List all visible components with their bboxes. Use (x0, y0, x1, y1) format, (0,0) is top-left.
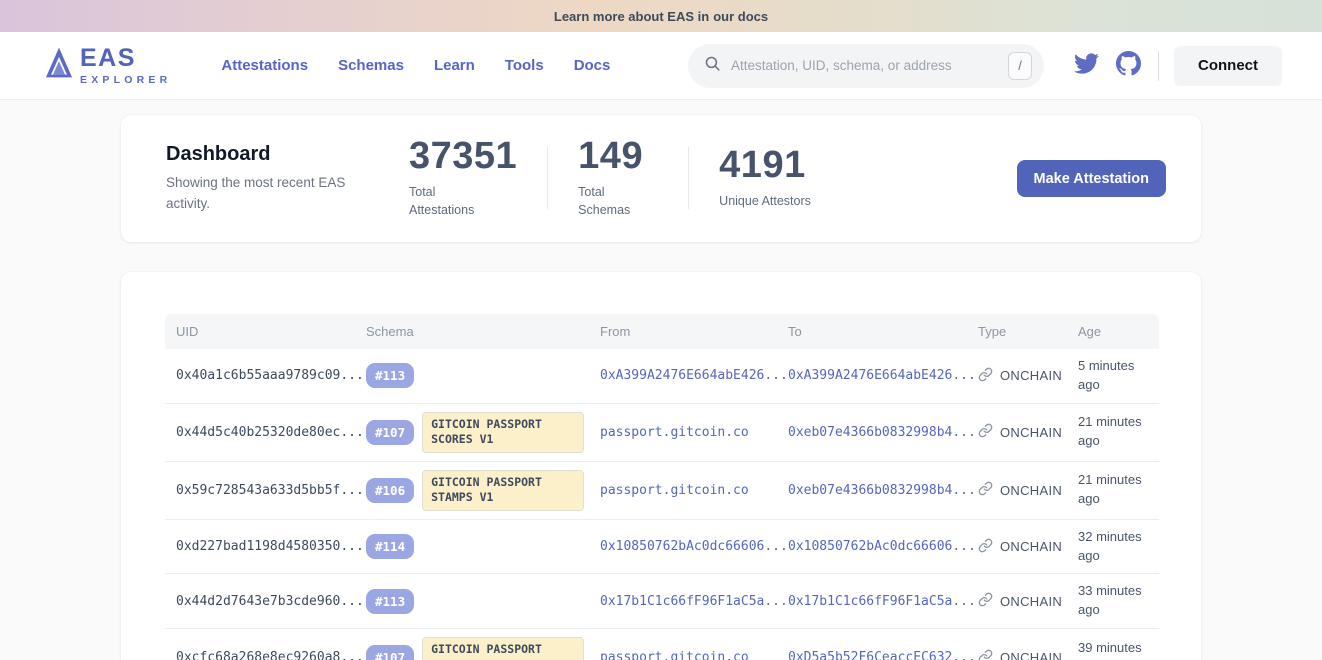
from-address-link[interactable]: passport.gitcoin.co (589, 483, 777, 498)
age-text: 32 minutes ago (1067, 528, 1159, 566)
stat-label: Unique Attestors (719, 192, 829, 210)
attestations-table: UID Schema From To Type Age 0x40a1c6b55a… (165, 314, 1159, 660)
column-header-schema: Schema (355, 324, 589, 339)
stat-label: Total Schemas (578, 183, 658, 219)
uid-link[interactable]: 0x40a1c6b55aaa9789c09... (165, 368, 355, 383)
column-header-from: From (589, 324, 777, 339)
schema-id-badge[interactable]: #113 (366, 589, 414, 614)
column-header-type: Type (967, 324, 1067, 339)
make-attestation-button[interactable]: Make Attestation (1017, 160, 1166, 197)
dashboard-card: Dashboard Showing the most recent EAS ac… (121, 115, 1201, 242)
uid-link[interactable]: 0x59c728543a633d5bb5f... (165, 483, 355, 498)
table-row: 0x44d2d7643e7b3cde960... #113 0x17b1C1c6… (165, 574, 1159, 629)
to-address-link[interactable]: 0xeb07e4366b0832998b4... (777, 425, 967, 440)
attestation-type: ONCHAIN (1000, 650, 1062, 660)
schema-id-badge[interactable]: #107 (366, 645, 414, 660)
nav-item-tools[interactable]: Tools (505, 57, 544, 74)
column-header-to: To (777, 324, 967, 339)
stats-row: 37351 Total Attestations 149 Total Schem… (379, 137, 859, 219)
schema-name-badge[interactable]: GITCOIN PASSPORT STAMPS V1 (422, 470, 584, 511)
schema-id-badge[interactable]: #114 (366, 534, 414, 559)
from-address-link[interactable]: passport.gitcoin.co (589, 650, 777, 660)
nav-item-docs[interactable]: Docs (574, 57, 611, 74)
twitter-icon[interactable] (1074, 51, 1099, 81)
main-nav: Attestations Schemas Learn Tools Docs (221, 57, 610, 74)
to-address-link[interactable]: 0xeb07e4366b0832998b4... (777, 483, 967, 498)
connect-wallet-button[interactable]: Connect (1174, 46, 1282, 86)
stat-value: 4191 (719, 146, 829, 186)
schema-id-badge[interactable]: #106 (366, 478, 414, 503)
age-text: 21 minutes ago (1067, 413, 1159, 451)
to-address-link[interactable]: 0x10850762bAc0dc66606... (777, 539, 967, 554)
chain-link-icon (978, 649, 993, 660)
uid-link[interactable]: 0xcfc68a268e8ec9260a8... (165, 650, 355, 660)
column-header-uid: UID (165, 324, 355, 339)
logo-title: EAS (80, 46, 171, 71)
table-row: 0xcfc68a268e8ec9260a8... #107 GITCOIN PA… (165, 629, 1159, 660)
github-icon[interactable] (1116, 51, 1141, 81)
banner-text: Learn more about EAS in (554, 9, 709, 24)
docs-banner: Learn more about EAS in our docs (0, 0, 1322, 32)
uid-link[interactable]: 0x44d5c40b25320de80ec... (165, 425, 355, 440)
table-row: 0x44d5c40b25320de80ec... #107 GITCOIN PA… (165, 404, 1159, 462)
social-links (1074, 51, 1141, 81)
attestation-type: ONCHAIN (1000, 425, 1062, 440)
eas-triangle-icon (45, 46, 73, 84)
stat-unique-attestors: 4191 Unique Attestors (689, 146, 859, 210)
search-bar[interactable]: / (688, 44, 1044, 88)
chain-link-icon (978, 423, 993, 441)
chain-link-icon (978, 538, 993, 556)
slash-shortcut-key: / (1008, 52, 1032, 80)
attestation-type: ONCHAIN (1000, 368, 1062, 383)
from-address-link[interactable]: 0x17b1C1c66fF96F1aC5a... (589, 594, 777, 609)
eas-logo[interactable]: EAS EXPLORER (45, 46, 171, 86)
nav-item-learn[interactable]: Learn (434, 57, 475, 74)
search-icon (704, 55, 721, 77)
uid-link[interactable]: 0x44d2d7643e7b3cde960... (165, 594, 355, 609)
column-header-age: Age (1067, 324, 1159, 339)
page-subtitle: Showing the most recent EAS activity. (166, 173, 346, 214)
to-address-link[interactable]: 0x17b1C1c66fF96F1aC5a... (777, 594, 967, 609)
age-text: 5 minutes ago (1067, 357, 1159, 395)
attestations-table-card: UID Schema From To Type Age 0x40a1c6b55a… (121, 272, 1201, 660)
logo-subtitle: EXPLORER (80, 75, 171, 86)
schema-id-badge[interactable]: #113 (366, 363, 414, 388)
age-text: 39 minutes ago (1067, 639, 1159, 660)
attestation-type: ONCHAIN (1000, 539, 1062, 554)
nav-item-attestations[interactable]: Attestations (221, 57, 308, 74)
stat-value: 149 (578, 137, 658, 177)
header-divider (1158, 51, 1159, 81)
table-row: 0x59c728543a633d5bb5f... #106 GITCOIN PA… (165, 462, 1159, 520)
stat-value: 37351 (409, 137, 517, 177)
schema-name-badge[interactable]: GITCOIN PASSPORT SCORES V1 (422, 637, 584, 660)
attestation-type: ONCHAIN (1000, 594, 1062, 609)
table-header-row: UID Schema From To Type Age (165, 314, 1159, 349)
age-text: 21 minutes ago (1067, 471, 1159, 509)
stat-label: Total Attestations (409, 183, 489, 219)
from-address-link[interactable]: 0x10850762bAc0dc66606... (589, 539, 777, 554)
age-text: 33 minutes ago (1067, 582, 1159, 620)
chain-link-icon (978, 592, 993, 610)
nav-item-schemas[interactable]: Schemas (338, 57, 404, 74)
attestation-type: ONCHAIN (1000, 483, 1062, 498)
chain-link-icon (978, 367, 993, 385)
from-address-link[interactable]: passport.gitcoin.co (589, 425, 777, 440)
chain-link-icon (978, 481, 993, 499)
table-row: 0xd227bad1198d4580350... #114 0x10850762… (165, 520, 1159, 575)
page-title: Dashboard (166, 143, 359, 166)
search-input[interactable] (731, 58, 1008, 73)
header: EAS EXPLORER Attestations Schemas Learn … (0, 32, 1322, 100)
stat-total-schemas: 149 Total Schemas (548, 137, 688, 219)
banner-docs-link[interactable]: our docs (713, 9, 768, 24)
from-address-link[interactable]: 0xA399A2476E664abE426... (589, 368, 777, 383)
to-address-link[interactable]: 0xD5a5b52F6CeaccEC632... (777, 650, 967, 660)
table-row: 0x40a1c6b55aaa9789c09... #113 0xA399A247… (165, 349, 1159, 404)
schema-id-badge[interactable]: #107 (366, 420, 414, 445)
schema-name-badge[interactable]: GITCOIN PASSPORT SCORES V1 (422, 412, 584, 453)
to-address-link[interactable]: 0xA399A2476E664abE426... (777, 368, 967, 383)
stat-total-attestations: 37351 Total Attestations (379, 137, 547, 219)
uid-link[interactable]: 0xd227bad1198d4580350... (165, 539, 355, 554)
